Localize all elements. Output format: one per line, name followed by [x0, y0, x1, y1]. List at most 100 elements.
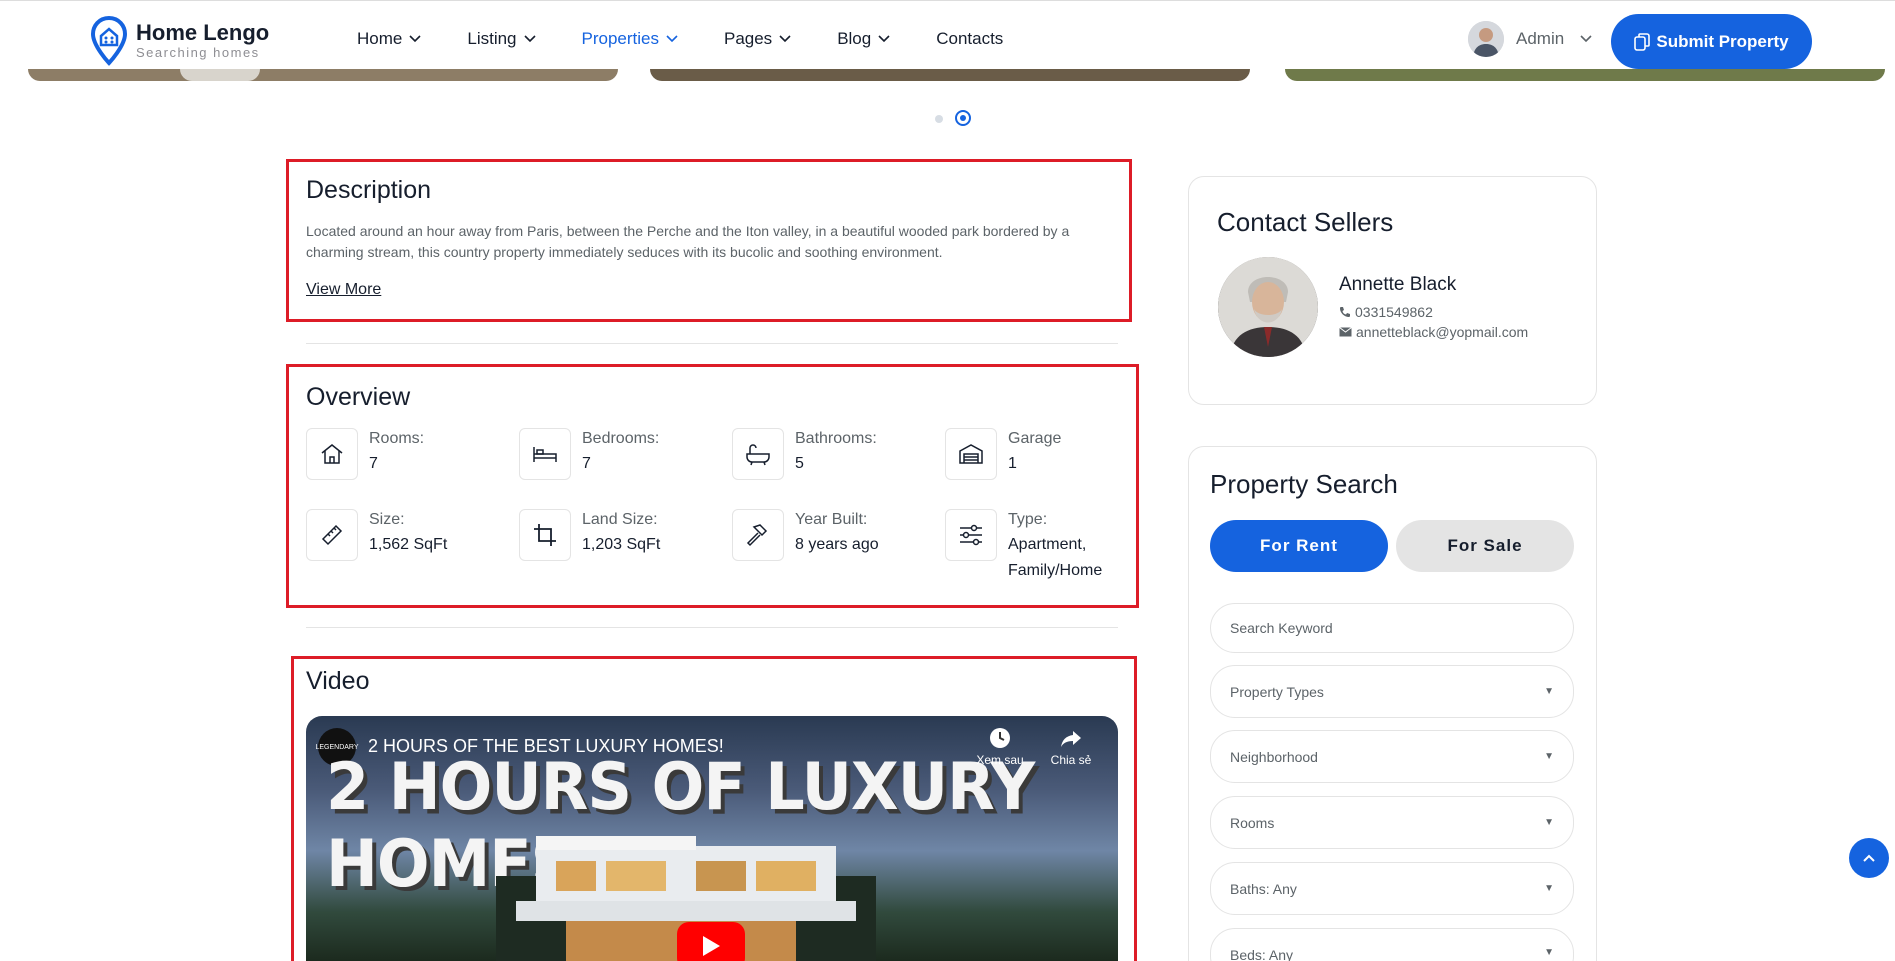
chevron-down-icon: [1580, 35, 1592, 43]
garage-icon: [945, 428, 997, 480]
seller-phone[interactable]: 0331549862: [1339, 304, 1433, 320]
pagination-dot[interactable]: [935, 114, 943, 123]
nav-home[interactable]: Home: [357, 29, 421, 49]
caret-down-icon: ▼: [1544, 751, 1554, 762]
nav-blog[interactable]: Blog: [837, 29, 890, 49]
neighborhood-value: Neighborhood: [1230, 748, 1318, 765]
crop-icon: [519, 509, 571, 561]
nav-listing-label: Listing: [467, 29, 517, 48]
baths-value: Baths: Any: [1230, 880, 1297, 897]
beds-value: Beds: Any: [1230, 947, 1294, 961]
chevron-down-icon: [779, 35, 791, 43]
overview-label: Size:: [369, 511, 405, 528]
neighborhood-select[interactable]: Neighborhood ▼: [1210, 730, 1574, 783]
site-header: Home Lengo Searching homes Home Listing …: [0, 0, 1895, 81]
bed-icon: [519, 428, 571, 480]
share-label: Chia sẻ: [1050, 753, 1092, 767]
watch-later-label: Xem sau: [976, 753, 1024, 767]
overview-title: Overview: [306, 383, 411, 411]
caret-down-icon: ▼: [1544, 947, 1554, 958]
user-menu[interactable]: Admin: [1468, 21, 1592, 57]
submit-property-label: Submit Property: [1656, 31, 1789, 51]
mail-icon: [1339, 327, 1352, 337]
property-types-select[interactable]: Property Types ▼: [1210, 665, 1574, 718]
share-button[interactable]: Chia sẻ: [1041, 726, 1101, 767]
nav-properties[interactable]: Properties: [582, 29, 678, 49]
hammer-icon: [732, 509, 784, 561]
property-types-value: Property Types: [1230, 683, 1324, 700]
contact-sellers-title: Contact Sellers: [1217, 207, 1394, 237]
seller-email[interactable]: annetteblack@yopmail.com: [1339, 324, 1528, 340]
nav-home-label: Home: [357, 29, 403, 48]
overview-bathrooms: Bathrooms: 5: [732, 428, 877, 480]
logo-subtitle: Searching homes: [136, 45, 260, 60]
house-icon: [306, 428, 358, 480]
baths-select[interactable]: Baths: Any ▼: [1210, 862, 1574, 915]
caret-down-icon: ▼: [1544, 686, 1554, 697]
nav-contacts[interactable]: Contacts: [936, 29, 1003, 49]
overview-value: 7: [369, 455, 378, 472]
tab-for-sale[interactable]: For Sale: [1396, 520, 1574, 572]
overview-label: Year Built:: [795, 511, 868, 528]
overview-size: Size: 1,562 SqFt: [306, 509, 447, 561]
chevron-down-icon: [409, 35, 421, 43]
chevron-down-icon: [666, 35, 678, 43]
nav-listing[interactable]: Listing: [467, 29, 536, 49]
overview-land-size: Land Size: 1,203 SqFt: [519, 509, 660, 561]
view-more-link[interactable]: View More: [306, 281, 381, 299]
tab-for-rent[interactable]: For Rent: [1210, 520, 1388, 572]
logo-title: Home Lengo: [136, 20, 270, 45]
chevron-down-icon: [878, 35, 890, 43]
search-keyword-input[interactable]: Search Keyword: [1210, 603, 1574, 653]
nav-contacts-label: Contacts: [936, 29, 1004, 48]
rooms-select[interactable]: Rooms ▼: [1210, 796, 1574, 849]
play-icon: [703, 936, 720, 956]
beds-select[interactable]: Beds: Any ▼: [1210, 928, 1574, 961]
nav-properties-label: Properties: [581, 29, 659, 48]
sliders-icon: [945, 509, 997, 561]
main-nav: Home Listing Properties Pages Blog Conta…: [357, 29, 1045, 49]
submit-property-button[interactable]: Submit Property: [1611, 14, 1812, 69]
seller-phone-text: 0331549862: [1355, 304, 1433, 320]
seller-photo: [1218, 257, 1318, 357]
overview-label: Bedrooms:: [582, 430, 660, 447]
copy-icon: [1634, 32, 1651, 51]
video-player[interactable]: LEGENDARY 2 HOURS OF THE BEST LUXURY HOM…: [306, 716, 1118, 961]
seller-name: Annette Black: [1339, 274, 1457, 295]
overview-bedrooms: Bedrooms: 7: [519, 428, 659, 480]
property-search-title: Property Search: [1210, 469, 1398, 499]
video-title: Video: [306, 667, 370, 695]
rooms-value: Rooms: [1230, 814, 1275, 831]
description-title: Description: [306, 176, 432, 204]
nav-blog-label: Blog: [837, 29, 872, 48]
description-text: Located around an hour away from Paris, …: [306, 223, 1070, 260]
gallery-pagination: [935, 110, 983, 126]
chevron-down-icon: [523, 35, 536, 43]
chevron-up-icon: [1863, 854, 1875, 862]
watch-later-button[interactable]: Xem sau: [970, 726, 1030, 767]
overview-value: Apartment, Family/Home: [1008, 536, 1103, 579]
pagination-dot-active[interactable]: [955, 110, 971, 126]
seller-email-text: annetteblack@yopmail.com: [1356, 324, 1529, 340]
avatar-icon: [1468, 21, 1504, 57]
overview-label: Land Size:: [582, 511, 658, 528]
overview-value: 1,562 SqFt: [369, 536, 448, 553]
nav-pages[interactable]: Pages: [724, 29, 791, 49]
overview-label: Rooms:: [369, 430, 425, 447]
overview-value: 8 years ago: [795, 536, 879, 553]
avatar: [1468, 21, 1504, 57]
user-name: Admin: [1516, 29, 1565, 48]
caret-down-icon: ▼: [1544, 817, 1554, 828]
logo-icon: [90, 15, 128, 66]
caret-down-icon: ▼: [1544, 883, 1554, 894]
overview-value: 1,203 SqFt: [582, 536, 661, 553]
play-button[interactable]: [677, 922, 745, 961]
overview-value: 5: [795, 455, 804, 472]
overview-label: Garage: [1008, 430, 1062, 447]
overview-label: Type:: [1008, 511, 1048, 528]
logo[interactable]: Home Lengo Searching homes: [90, 15, 269, 67]
divider: [306, 627, 1118, 628]
overview-label: Bathrooms:: [795, 430, 877, 447]
scroll-to-top-button[interactable]: [1849, 838, 1889, 878]
ruler-icon: [306, 509, 358, 561]
